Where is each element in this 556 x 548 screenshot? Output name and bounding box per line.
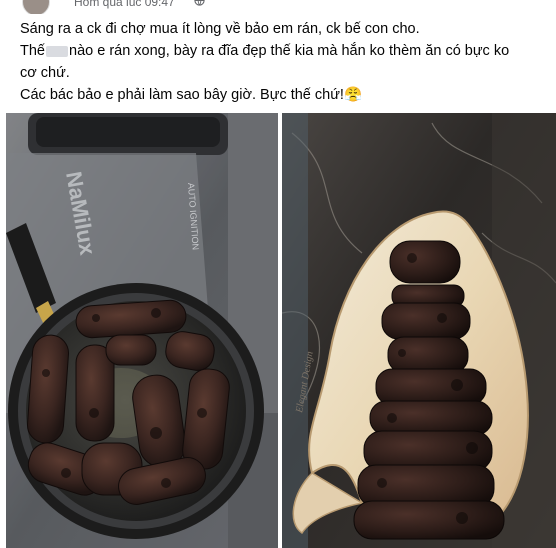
post-text-part: Thế (20, 43, 45, 59)
post-line: Sáng ra a ck đi chợ mua ít lòng về bảo e… (20, 21, 420, 37)
post-text: Sáng ra a ck đi chợ mua ít lòng về bảo e… (20, 18, 550, 106)
post-text-part: nào e rán xong, bày ra đĩa đẹp thế kia m… (69, 43, 510, 59)
post-line: Các bác bảo e phải làm sao bây giờ. Bực … (20, 84, 550, 106)
avatar[interactable] (22, 0, 50, 14)
redacted-word (46, 45, 68, 57)
photo-frying-pan[interactable]: NaMilux AUTO IGNITION (6, 113, 278, 548)
photo-fish-plate[interactable]: Elegant Design (282, 113, 556, 548)
post-line: cơ chứ. (20, 65, 70, 81)
post-timestamp[interactable]: Hôm qua lúc 09:47 (74, 0, 175, 9)
globe-icon (194, 0, 205, 6)
post-header: Hôm qua lúc 09:47 (0, 0, 556, 14)
post-line: Thế nào e rán xong, bày ra đĩa đẹp thế ki… (20, 40, 550, 62)
post-text-part: Các bác bảo e phải làm sao bây giờ. Bực … (20, 87, 344, 103)
angry-emoji: 😤 (343, 87, 362, 103)
